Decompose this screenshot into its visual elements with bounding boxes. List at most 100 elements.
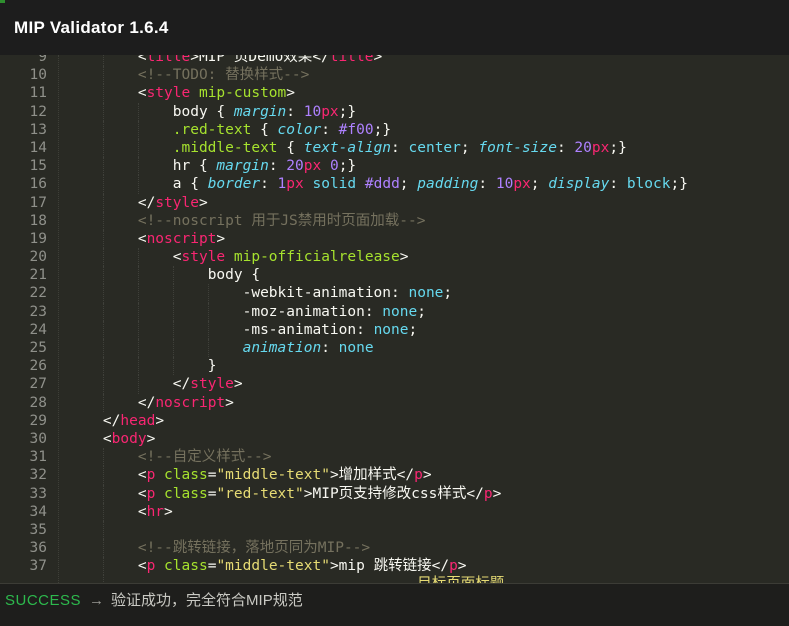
code-line-content: animation: none <box>47 339 789 357</box>
line-number: 14 <box>0 139 47 157</box>
line-number: 24 <box>0 321 47 339</box>
indent-guide <box>103 66 104 84</box>
indent-guide <box>103 339 104 357</box>
code-line-content: <p class="middle-text">mip 跳转链接</p> <box>47 557 789 575</box>
indent-guide <box>173 266 174 284</box>
corner-marker <box>0 0 5 3</box>
code-line[interactable]: 37 <p class="middle-text">mip 跳转链接</p> <box>0 557 789 575</box>
indent-guide <box>103 194 104 212</box>
code-line[interactable]: 30 <body> <box>0 430 789 448</box>
indent-guide <box>138 157 139 175</box>
indent-guide <box>103 539 104 557</box>
indent-guide <box>173 339 174 357</box>
line-number: 17 <box>0 194 47 212</box>
line-number: 25 <box>0 339 47 357</box>
code-line[interactable]: 27 </style> <box>0 375 789 393</box>
code-line[interactable]: 34 <hr> <box>0 503 789 521</box>
indent-guide <box>103 266 104 284</box>
code-line[interactable]: 14 .middle-text { text-align: center; fo… <box>0 139 789 157</box>
code-line-content: body { margin: 10px;} <box>47 103 789 121</box>
code-line-content: <noscript> <box>47 230 789 248</box>
app-title: MIP Validator 1.6.4 <box>14 18 169 38</box>
indent-guide <box>138 375 139 393</box>
code-line-content: </head> <box>47 412 789 430</box>
indent-guide <box>138 248 139 266</box>
code-line[interactable]: 13 .red-text { color: #f00;} <box>0 121 789 139</box>
code-line[interactable]: 31 <!--自定义样式--> <box>0 448 789 466</box>
code-line[interactable]: 10 <!--TODO: 替换样式--> <box>0 66 789 84</box>
code-line-content: <p class="red-text">MIP页支持修改css样式</p> <box>47 485 789 503</box>
indent-guide <box>138 357 139 375</box>
code-line[interactable]: 22 -webkit-animation: none; <box>0 284 789 302</box>
code-line[interactable]: 16 a { border: 1px solid #ddd; padding: … <box>0 175 789 193</box>
line-number: 27 <box>0 375 47 393</box>
code-editor[interactable]: 9 <title>MIP 页Demo效果</title>10 <!--TODO:… <box>0 55 789 583</box>
line-number: 13 <box>0 121 47 139</box>
code-line[interactable]: 9 <title>MIP 页Demo效果</title> <box>0 55 789 66</box>
code-line-content: </noscript> <box>47 394 789 412</box>
indent-guide <box>138 321 139 339</box>
line-number <box>0 575 47 583</box>
code-line-content: <p class="middle-text">增加样式</p> <box>47 466 789 484</box>
code-line-content: <body> <box>47 430 789 448</box>
line-number: 33 <box>0 485 47 503</box>
indent-guide <box>138 139 139 157</box>
code-line-content: <!--TODO: 替换样式--> <box>47 66 789 84</box>
line-number: 19 <box>0 230 47 248</box>
code-line[interactable]: 15 hr { margin: 20px 0;} <box>0 157 789 175</box>
indent-guide <box>173 303 174 321</box>
indent-guide <box>103 175 104 193</box>
code-line[interactable]: 19 <noscript> <box>0 230 789 248</box>
indent-guide <box>103 230 104 248</box>
code-line-content: <!--自定义样式--> <box>47 448 789 466</box>
code-line[interactable]: 28 </noscript> <box>0 394 789 412</box>
indent-guide <box>103 84 104 102</box>
line-number: 35 <box>0 521 47 539</box>
code-line[interactable]: 11 <style mip-custom> <box>0 84 789 102</box>
indent-guide <box>103 103 104 121</box>
mip-validator-window: MIP Validator 1.6.4 9 <title>MIP 页Demo效果… <box>0 0 789 626</box>
line-number: 18 <box>0 212 47 230</box>
indent-guide <box>103 55 104 66</box>
indent-guide <box>173 321 174 339</box>
status-bar: SUCCESS→验证成功，完全符合MIP规范 <box>0 583 789 626</box>
code-line[interactable]: 目标页面标题 <box>0 575 789 583</box>
line-number: 15 <box>0 157 47 175</box>
indent-guide <box>103 375 104 393</box>
code-line-content: <title>MIP 页Demo效果</title> <box>47 55 789 66</box>
line-number: 36 <box>0 539 47 557</box>
code-line-content: -moz-animation: none; <box>47 303 789 321</box>
code-line[interactable]: 21 body { <box>0 266 789 284</box>
line-number: 11 <box>0 84 47 102</box>
indent-guide <box>103 321 104 339</box>
code-line-content: 目标页面标题 <box>47 575 789 583</box>
line-number: 29 <box>0 412 47 430</box>
code-line-content: .middle-text { text-align: center; font-… <box>47 139 789 157</box>
code-line-content: hr { margin: 20px 0;} <box>47 157 789 175</box>
code-line[interactable]: 20 <style mip-officialrelease> <box>0 248 789 266</box>
code-line-content: <hr> <box>47 503 789 521</box>
title-bar: MIP Validator 1.6.4 <box>0 0 789 55</box>
code-line-content: -ms-animation: none; <box>47 321 789 339</box>
code-line[interactable]: 25 animation: none <box>0 339 789 357</box>
code-line[interactable]: 26 } <box>0 357 789 375</box>
code-line[interactable]: 23 -moz-animation: none; <box>0 303 789 321</box>
line-number: 28 <box>0 394 47 412</box>
code-line[interactable]: 18 <!--noscript 用于JS禁用时页面加载--> <box>0 212 789 230</box>
code-line[interactable]: 12 body { margin: 10px;} <box>0 103 789 121</box>
code-line[interactable]: 24 -ms-animation: none; <box>0 321 789 339</box>
code-line-content: .red-text { color: #f00;} <box>47 121 789 139</box>
indent-guide <box>173 284 174 302</box>
code-line[interactable]: 33 <p class="red-text">MIP页支持修改css样式</p> <box>0 485 789 503</box>
indent-guide <box>173 357 174 375</box>
line-number: 34 <box>0 503 47 521</box>
indent-guide <box>103 357 104 375</box>
line-number: 12 <box>0 103 47 121</box>
code-line[interactable]: 32 <p class="middle-text">增加样式</p> <box>0 466 789 484</box>
code-line[interactable]: 36 <!--跳转链接，落地页同为MIP--> <box>0 539 789 557</box>
indent-guide <box>208 339 209 357</box>
line-number: 26 <box>0 357 47 375</box>
code-line[interactable]: 17 </style> <box>0 194 789 212</box>
code-line[interactable]: 29 </head> <box>0 412 789 430</box>
code-line[interactable]: 35 <box>0 521 789 539</box>
